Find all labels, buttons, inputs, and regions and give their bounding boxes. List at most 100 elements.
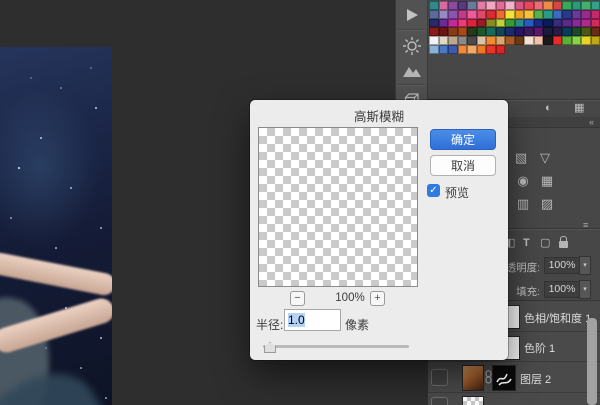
visibility-toggle-icon[interactable] xyxy=(431,369,448,386)
mountains-dock-icon[interactable] xyxy=(396,58,427,84)
color-swatch[interactable] xyxy=(505,1,515,10)
color-swatch[interactable] xyxy=(429,44,439,54)
color-swatch[interactable] xyxy=(514,36,524,45)
levels-adjustment-icon[interactable]: ▧ xyxy=(511,150,531,165)
color-swatch[interactable] xyxy=(448,27,458,37)
color-swatch[interactable] xyxy=(505,9,515,19)
color-swatch[interactable] xyxy=(524,1,534,10)
color-swatch[interactable] xyxy=(533,1,543,10)
color-swatch[interactable] xyxy=(562,27,572,37)
color-swatch[interactable] xyxy=(438,36,448,45)
color-swatch[interactable] xyxy=(505,18,515,28)
ok-button[interactable]: 确定 xyxy=(430,129,496,150)
photo-filter-adjustment-icon[interactable]: ▦ xyxy=(537,173,557,188)
color-swatch[interactable] xyxy=(438,27,448,37)
color-swatch[interactable] xyxy=(552,27,562,37)
color-swatch[interactable] xyxy=(552,1,562,10)
color-swatch[interactable] xyxy=(533,27,543,37)
color-swatch[interactable] xyxy=(590,9,600,19)
color-swatch[interactable] xyxy=(429,1,439,10)
color-swatch[interactable] xyxy=(467,18,477,28)
color-swatch[interactable] xyxy=(543,1,553,10)
radius-slider-track[interactable] xyxy=(263,345,409,348)
color-swatch[interactable] xyxy=(438,1,448,10)
color-swatch[interactable] xyxy=(581,18,591,28)
color-swatch[interactable] xyxy=(495,36,505,45)
opacity-dropdown-icon[interactable]: ▾ xyxy=(579,256,591,275)
color-swatch[interactable] xyxy=(581,36,591,45)
color-swatch[interactable] xyxy=(467,27,477,37)
layer-row-layer2[interactable]: 图层 2 xyxy=(428,362,600,393)
color-swatch[interactable] xyxy=(505,27,515,37)
layer-row-partial[interactable] xyxy=(428,393,600,405)
lock-icon[interactable] xyxy=(559,236,568,248)
document-canvas-image[interactable] xyxy=(0,47,112,405)
color-swatch[interactable] xyxy=(562,18,572,28)
color-swatch[interactable] xyxy=(476,18,486,28)
color-swatch[interactable] xyxy=(476,1,486,10)
color-swatch[interactable] xyxy=(429,18,439,28)
color-swatch[interactable] xyxy=(581,1,591,10)
color-swatch[interactable] xyxy=(438,18,448,28)
layer-transparent-thumbnail[interactable] xyxy=(462,396,484,405)
cancel-button[interactable]: 取消 xyxy=(430,155,496,176)
color-swatch[interactable] xyxy=(552,36,562,45)
color-balance-adjustment-icon[interactable]: ◉ xyxy=(513,173,533,188)
color-swatch[interactable] xyxy=(543,27,553,37)
panel-collapse-icon[interactable]: « xyxy=(589,117,594,127)
adjustments-dock-icon[interactable] xyxy=(396,33,427,59)
layer-mask-black-thumbnail[interactable] xyxy=(492,365,516,391)
color-swatch[interactable] xyxy=(486,1,496,10)
color-swatch[interactable] xyxy=(486,36,496,45)
zoom-out-button[interactable]: − xyxy=(290,291,305,306)
color-swatch[interactable] xyxy=(581,9,591,19)
radius-slider-thumb[interactable] xyxy=(264,342,276,353)
curves-adjustment-icon[interactable]: ▽ xyxy=(535,150,555,165)
color-swatch[interactable] xyxy=(514,9,524,19)
adjustments-panel-tab-icon[interactable]: ◐ xyxy=(545,103,552,114)
color-swatch[interactable] xyxy=(524,27,534,37)
color-swatch[interactable] xyxy=(514,1,524,10)
layers-scrollbar[interactable] xyxy=(587,318,597,405)
color-swatch[interactable] xyxy=(486,9,496,19)
color-swatch[interactable] xyxy=(524,36,534,45)
color-swatch[interactable] xyxy=(571,1,581,10)
color-swatch[interactable] xyxy=(429,9,439,19)
color-swatch[interactable] xyxy=(438,44,448,54)
color-swatch[interactable] xyxy=(429,36,439,45)
color-swatch[interactable] xyxy=(448,1,458,10)
color-swatch[interactable] xyxy=(514,18,524,28)
color-swatch[interactable] xyxy=(476,44,486,54)
filter-type-icon[interactable]: T xyxy=(523,236,530,250)
styles-panel-tab-icon[interactable]: ▦ xyxy=(574,103,584,114)
color-swatch[interactable] xyxy=(524,18,534,28)
color-swatch[interactable] xyxy=(429,27,439,37)
color-swatch[interactable] xyxy=(457,9,467,19)
blur-preview-area[interactable] xyxy=(258,127,418,287)
layers-panel-menu-icon[interactable]: ≡ xyxy=(583,220,588,230)
color-swatch[interactable] xyxy=(467,9,477,19)
color-swatch[interactable] xyxy=(457,18,467,28)
color-swatch[interactable] xyxy=(590,18,600,28)
zoom-in-button[interactable]: + xyxy=(370,291,385,306)
color-swatch[interactable] xyxy=(524,9,534,19)
color-swatch[interactable] xyxy=(448,9,458,19)
color-swatch[interactable] xyxy=(448,18,458,28)
color-swatch[interactable] xyxy=(495,44,505,54)
color-swatch[interactable] xyxy=(448,36,458,45)
color-swatch[interactable] xyxy=(457,44,467,54)
color-swatch[interactable] xyxy=(562,1,572,10)
layer-image-thumbnail[interactable] xyxy=(462,365,484,391)
color-swatch[interactable] xyxy=(476,27,486,37)
color-swatch[interactable] xyxy=(543,36,553,45)
filter-shape-icon[interactable]: ▢ xyxy=(540,236,550,250)
selective-color-adjustment-icon[interactable]: ▨ xyxy=(537,196,557,211)
color-swatch[interactable] xyxy=(486,27,496,37)
color-swatch[interactable] xyxy=(457,36,467,45)
color-swatch[interactable] xyxy=(495,27,505,37)
color-swatch[interactable] xyxy=(505,36,515,45)
color-swatch[interactable] xyxy=(476,36,486,45)
color-swatch[interactable] xyxy=(533,9,543,19)
color-swatch[interactable] xyxy=(486,44,496,54)
color-swatch[interactable] xyxy=(562,36,572,45)
